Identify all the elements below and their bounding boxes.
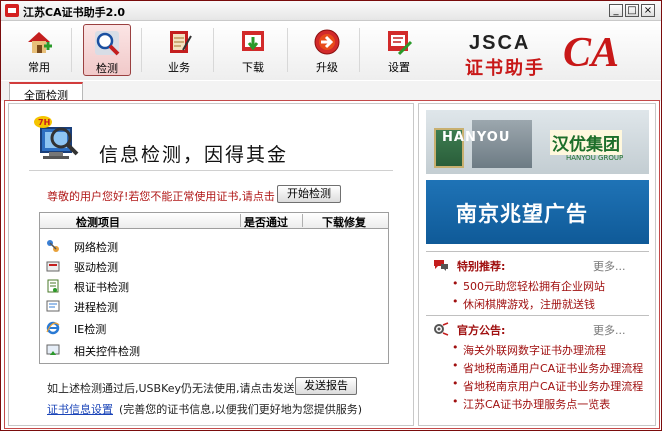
hero-title: 信息检测，因得其金 — [99, 144, 289, 166]
toolbar-item-business[interactable]: 业务 — [155, 24, 203, 76]
toolbar: 常用 检测 业务 下载 升级 设置 JSCA 证书助手 CA — [1, 22, 661, 80]
check-panel: 7H 信息检测，因得其金 尊敬的用户您好!若您不能正常使用证书,请点击 开始检测… — [8, 103, 414, 426]
jsca-logo: JSCA 证书助手 CA — [453, 30, 643, 79]
toolbar-label: 设置 — [388, 61, 410, 74]
divider — [426, 315, 649, 316]
toolbar-divider — [213, 28, 214, 72]
main-window: 江苏CA证书助手2.0 _ □ × 常用 检测 业务 下载 升级 设置 JSCA… — [0, 0, 662, 431]
hero-badge: 7H — [38, 118, 50, 127]
notice-item[interactable]: 海关外联网数字证书办理流程 — [452, 341, 606, 358]
toolbar-divider — [359, 28, 360, 72]
title-bar[interactable]: 江苏CA证书助手2.0 _ □ × — [1, 1, 661, 21]
row-label: 进程检测 — [74, 301, 118, 314]
cert-info-settings-link[interactable]: 证书信息设置 — [47, 401, 113, 417]
cert-info-note: (完善您的证书信息,以便我们更好地为您提供服务) — [119, 403, 363, 416]
settings-icon — [388, 31, 413, 56]
process-icon — [46, 300, 60, 312]
notice-item[interactable]: 省地税南通用户CA证书业务办理流程 — [452, 359, 643, 376]
toolbar-label: 检测 — [96, 62, 118, 75]
send-report-button[interactable]: 发送报告 — [295, 377, 357, 395]
ad-text: 南京兆望广告 — [456, 202, 588, 226]
row-label: 相关控件检测 — [74, 345, 140, 358]
toolbar-item-upgrade[interactable]: 升级 — [303, 24, 351, 76]
close-button[interactable]: × — [641, 4, 655, 17]
certificate-icon — [47, 279, 59, 293]
minimize-button[interactable]: _ — [609, 4, 623, 17]
home-icon — [28, 32, 52, 53]
chat-bubble-icon — [434, 260, 448, 271]
column-header-repair[interactable]: 下载修复 — [322, 214, 366, 230]
table-row[interactable]: 驱动检测 — [46, 257, 376, 275]
toolbar-item-common[interactable]: 常用 — [15, 24, 63, 76]
toolbar-label: 常用 — [28, 61, 50, 74]
toolbar-item-settings[interactable]: 设置 — [375, 24, 423, 76]
nanjing-ad-banner[interactable]: 南京兆望广告 — [426, 180, 649, 244]
recommend-more-link[interactable]: 更多... — [593, 258, 626, 274]
app-icon — [5, 4, 19, 17]
gear-icon — [434, 322, 449, 336]
upgrade-icon — [314, 29, 340, 55]
column-divider — [302, 214, 303, 227]
table-row[interactable]: 进程检测 — [46, 297, 376, 315]
notice-item[interactable]: 省地税南京用户CA证书业务办理流程 — [452, 377, 643, 394]
column-header-passed[interactable]: 是否通过 — [244, 214, 288, 230]
ie-icon — [46, 321, 60, 335]
toolbar-divider — [287, 28, 288, 72]
tab-full-check[interactable]: 全面检测 — [9, 82, 83, 102]
table-row[interactable]: 网络检测 — [46, 237, 376, 255]
logo-mark: CA — [563, 30, 620, 76]
divider — [29, 170, 393, 171]
recommend-title: 特别推荐: — [457, 260, 506, 273]
toolbar-label: 升级 — [316, 61, 338, 74]
window-controls: _ □ × — [609, 4, 655, 17]
toolbar-label: 下载 — [242, 61, 264, 74]
sidebar-panel: HANYOU 汉优集团 HANYOU GROUP 南京兆望广告 特别推荐: 更多… — [418, 103, 656, 426]
tab-strip: 全面检测 — [1, 81, 661, 102]
recommend-item[interactable]: 休闲棋牌游戏，注册就送钱 — [452, 295, 595, 312]
row-label: 根证书检测 — [74, 281, 129, 294]
table-row[interactable]: 相关控件检测 — [46, 341, 376, 359]
content-area: 7H 信息检测，因得其金 尊敬的用户您好!若您不能正常使用证书,请点击 开始检测… — [4, 100, 660, 429]
notice-item[interactable]: 江苏CA证书办理服务点一览表 — [452, 395, 610, 412]
start-check-button[interactable]: 开始检测 — [277, 185, 341, 203]
logo-name: 证书助手 — [465, 58, 545, 79]
monitor-magnifier-icon: 7H — [34, 116, 79, 159]
table-header: 检测项目 是否通过 下载修复 — [40, 213, 388, 229]
recommend-item[interactable]: 500元助您轻松拥有企业网站 — [452, 277, 605, 294]
toolbar-label: 业务 — [168, 61, 190, 74]
row-label: 驱动检测 — [74, 261, 118, 274]
check-table: 检测项目 是否通过 下载修复 网络检测 驱动检测 根证书检测 进程检测 IE检测… — [39, 212, 389, 364]
maximize-button[interactable]: □ — [625, 4, 639, 17]
ad-brand-cn: 汉优集团 — [550, 130, 622, 155]
notebook-icon — [170, 31, 192, 53]
divider — [426, 251, 649, 252]
column-divider — [240, 214, 241, 227]
row-label: IE检测 — [74, 323, 107, 336]
toolbar-divider — [141, 28, 142, 72]
toolbar-item-download[interactable]: 下载 — [229, 24, 277, 76]
toolbar-item-check[interactable]: 检测 — [83, 24, 131, 76]
magnifier-icon — [95, 31, 120, 56]
row-label: 网络检测 — [74, 241, 118, 254]
toolbar-divider — [71, 28, 72, 72]
table-row[interactable]: 根证书检测 — [46, 277, 376, 295]
driver-icon — [46, 261, 60, 272]
hanyou-ad-banner[interactable]: HANYOU 汉优集团 HANYOU GROUP — [426, 110, 649, 174]
notice-title: 官方公告: — [457, 324, 506, 337]
notice-more-link[interactable]: 更多... — [593, 322, 626, 338]
table-row[interactable]: IE检测 — [46, 319, 376, 337]
column-header-item[interactable]: 检测项目 — [76, 214, 120, 230]
send-report-hint: 如上述检测通过后,USBKey仍无法使用,请点击发送报告 — [47, 382, 317, 395]
logo-brand: JSCA — [469, 32, 531, 54]
control-icon — [46, 344, 60, 355]
ad-brand-sub: HANYOU GROUP — [566, 154, 624, 162]
network-icon — [47, 240, 59, 252]
check-prompt: 尊敬的用户您好!若您不能正常使用证书,请点击 — [47, 190, 275, 203]
download-icon — [242, 31, 264, 51]
window-title: 江苏CA证书助手2.0 — [23, 6, 126, 19]
ad-brand-en: HANYOU — [442, 130, 511, 145]
